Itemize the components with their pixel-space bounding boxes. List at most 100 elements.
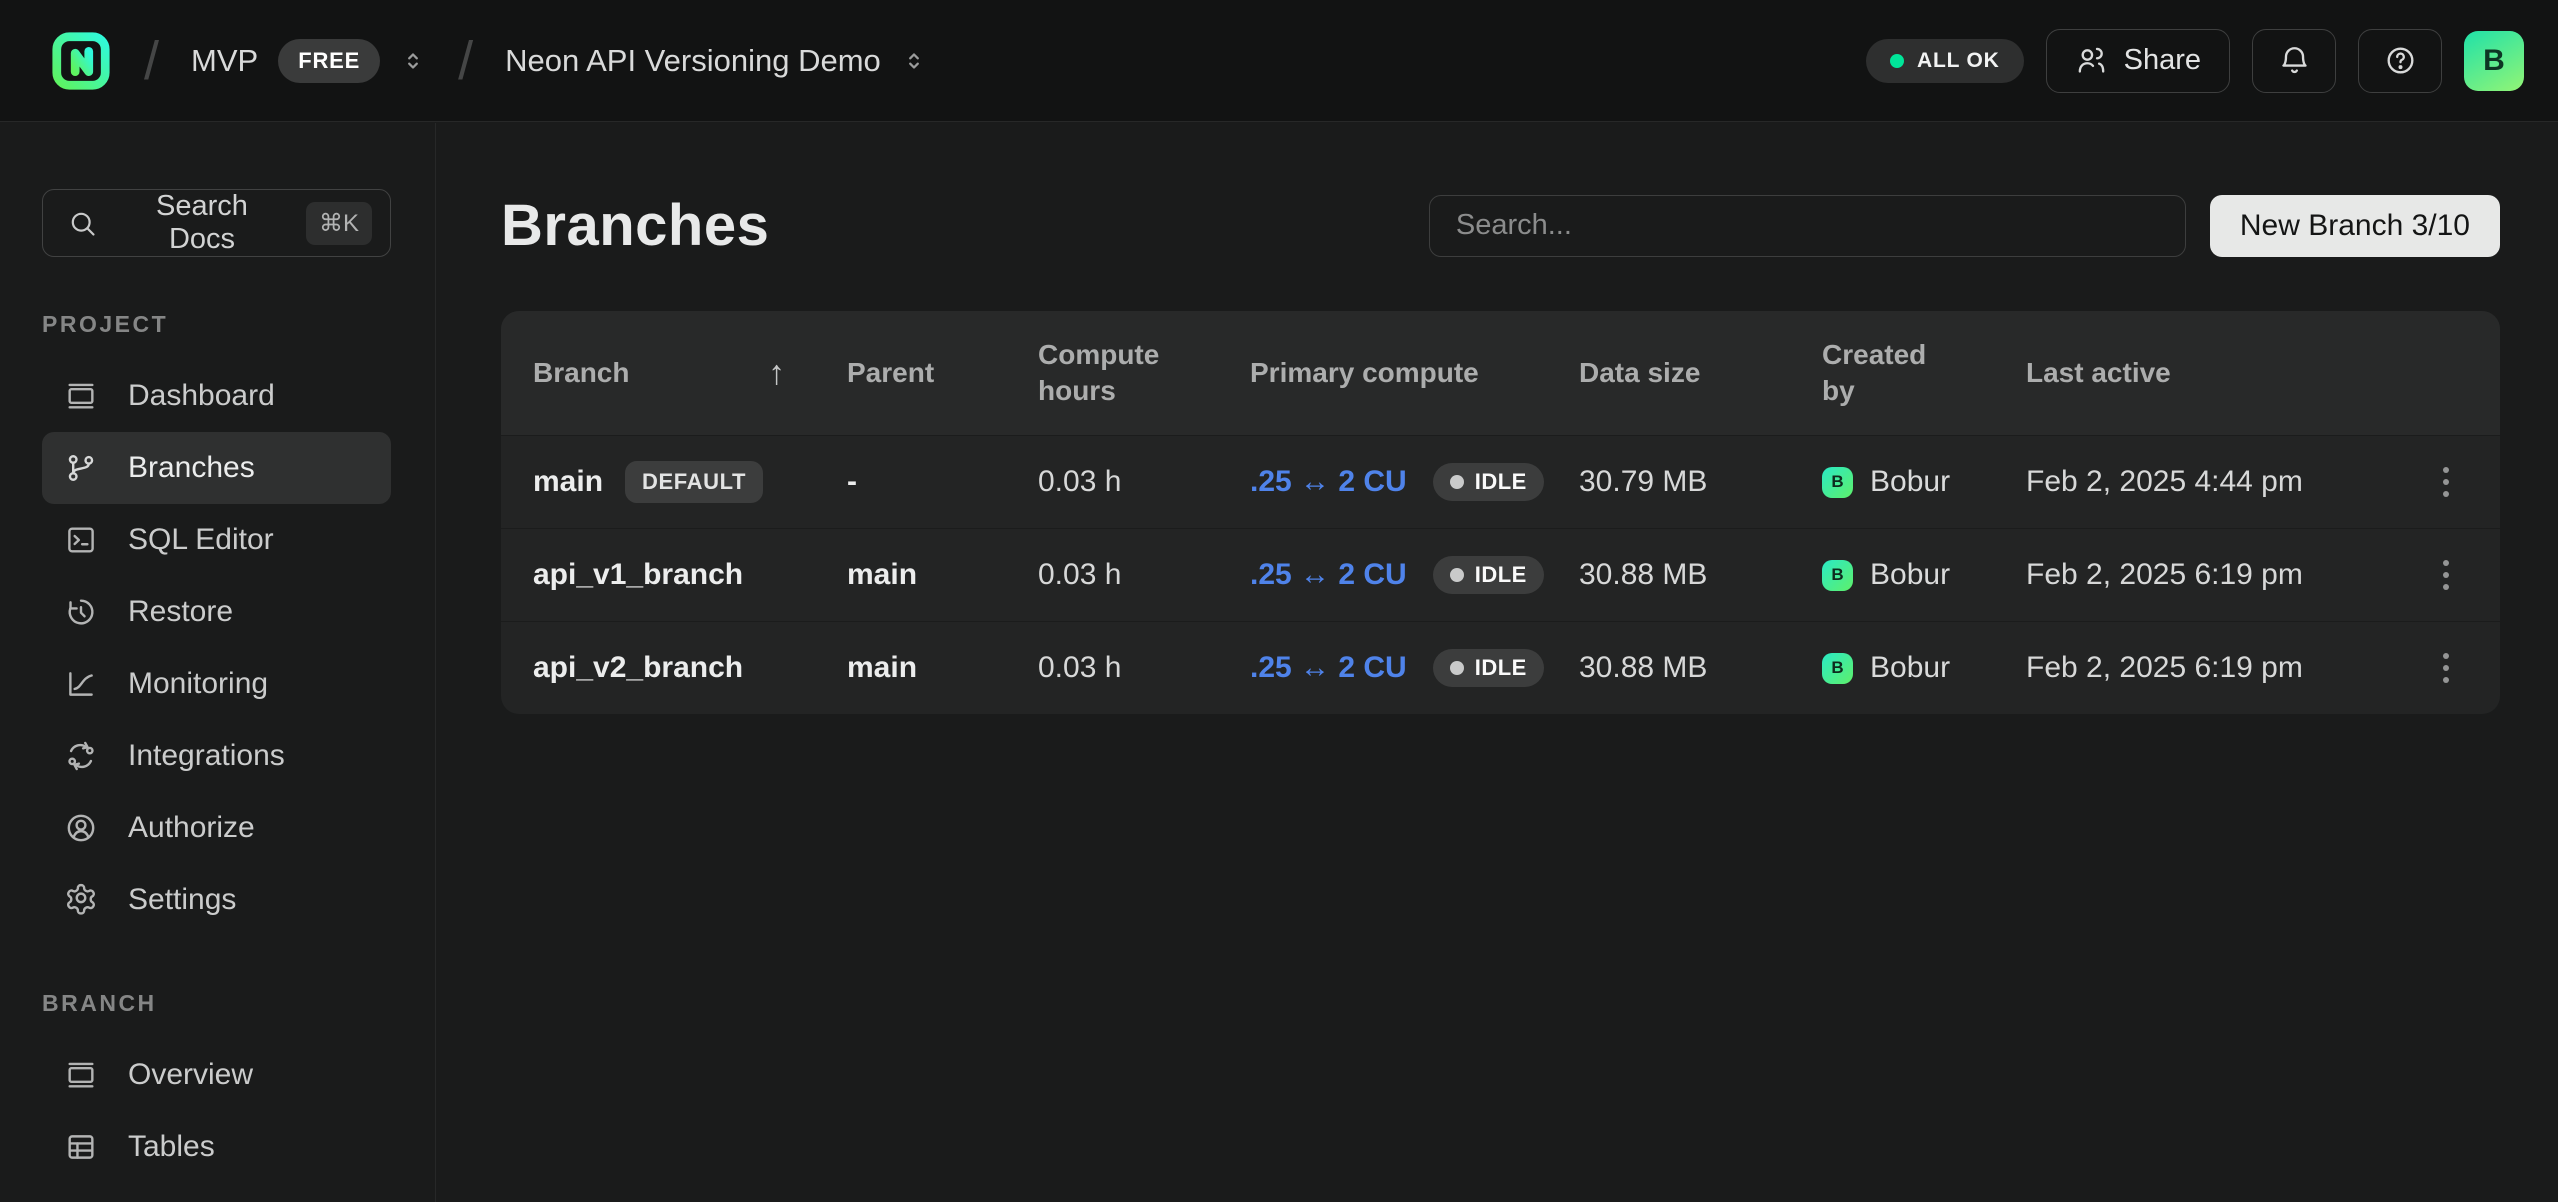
column-header-data-size: Data size: [1579, 357, 1822, 389]
column-header-last-active: Last active: [2026, 357, 2391, 389]
sidebar-item-settings[interactable]: Settings: [42, 864, 391, 936]
compute-state-label: IDLE: [1475, 562, 1527, 588]
compute-hours-cell: 0.03 h: [1038, 558, 1250, 592]
idle-dot-icon: [1450, 661, 1464, 675]
column-header-compute-hours: Compute hours: [1038, 337, 1250, 410]
search-icon: [67, 208, 98, 239]
compute-size-link[interactable]: .25 ↔ 2 CU: [1250, 558, 1407, 592]
user-avatar[interactable]: B: [2464, 31, 2524, 91]
creator-name: Bobur: [1870, 558, 1950, 592]
compute-hours-cell: 0.03 h: [1038, 651, 1250, 685]
column-header-branch[interactable]: Branch ↑: [533, 354, 847, 393]
status-dot-icon: [1890, 54, 1904, 68]
sidebar-item-overview[interactable]: Overview: [42, 1039, 391, 1111]
search-docs-label: Search Docs: [122, 190, 282, 256]
row-menu-button[interactable]: [2429, 639, 2463, 697]
compute-size-link[interactable]: .25 ↔ 2 CU: [1250, 465, 1407, 499]
shortcut-badge: ⌘K: [306, 202, 372, 245]
last-active-cell: Feb 2, 2025 6:19 pm: [2026, 651, 2391, 685]
parent-cell: main: [847, 651, 1038, 685]
data-size-cell: 30.88 MB: [1579, 651, 1822, 685]
notifications-button[interactable]: [2252, 29, 2336, 93]
new-branch-button[interactable]: New Branch 3/10: [2210, 195, 2500, 257]
compute-size-link[interactable]: .25 ↔ 2 CU: [1250, 651, 1407, 685]
sidebar-item-monitoring[interactable]: Monitoring: [42, 648, 391, 720]
sidebar-item-sql-editor[interactable]: SQL Editor: [42, 504, 391, 576]
status-label: ALL OK: [1917, 49, 2000, 73]
column-header-created-by: Created by: [1822, 337, 2026, 410]
compute-state-badge: IDLE: [1433, 649, 1544, 687]
dashboard-icon: [64, 379, 98, 413]
page-head: Branches New Branch 3/10: [501, 192, 2500, 259]
status-pill[interactable]: ALL OK: [1866, 39, 2024, 83]
sidebar-item-dashboard[interactable]: Dashboard: [42, 360, 391, 432]
table-body: main DEFAULT - 0.03 h .25 ↔ 2 CU IDLE 30…: [501, 435, 2500, 714]
help-button[interactable]: [2358, 29, 2442, 93]
sidebar: Search Docs ⌘K PROJECT Dashboard Branche…: [0, 123, 436, 1202]
table-row[interactable]: api_v2_branch main 0.03 h .25 ↔ 2 CU IDL…: [501, 621, 2500, 714]
sidebar-section: PROJECT Dashboard Branches SQL Editor Re…: [42, 311, 391, 936]
sidebar-section-label: PROJECT: [42, 311, 391, 338]
share-button[interactable]: Share: [2046, 29, 2230, 93]
breadcrumb: / MVP FREE / Neon API Versioning Demo: [50, 30, 927, 92]
plan-badge: FREE: [278, 39, 380, 83]
share-label: Share: [2124, 44, 2201, 77]
search-docs-button[interactable]: Search Docs ⌘K: [42, 189, 391, 257]
table-row[interactable]: api_v1_branch main 0.03 h .25 ↔ 2 CU IDL…: [501, 528, 2500, 621]
sidebar-item-restore[interactable]: Restore: [42, 576, 391, 648]
project-name: Neon API Versioning Demo: [505, 43, 881, 79]
branch-search-input[interactable]: [1429, 195, 2186, 257]
branch-name: main: [533, 465, 603, 499]
parent-cell: main: [847, 558, 1038, 592]
compute-hours-cell: 0.03 h: [1038, 465, 1250, 499]
branches-icon: [64, 451, 98, 485]
project-selector[interactable]: Neon API Versioning Demo: [505, 42, 927, 80]
creator-avatar: B: [1822, 467, 1853, 498]
compute-state-label: IDLE: [1475, 655, 1527, 681]
branches-table: Branch ↑ Parent Compute hours Primary co…: [501, 311, 2500, 714]
row-menu-button[interactable]: [2429, 546, 2463, 604]
sort-asc-icon: ↑: [768, 354, 785, 393]
compute-state-badge: IDLE: [1433, 556, 1544, 594]
row-menu-button[interactable]: [2429, 453, 2463, 511]
column-header-parent: Parent: [847, 357, 1038, 389]
org-name: MVP: [191, 43, 258, 79]
table-row[interactable]: main DEFAULT - 0.03 h .25 ↔ 2 CU IDLE 30…: [501, 435, 2500, 528]
org-selector[interactable]: MVP FREE: [191, 39, 426, 83]
compute-state-label: IDLE: [1475, 469, 1527, 495]
idle-dot-icon: [1450, 475, 1464, 489]
avatar-initial: B: [2483, 44, 2505, 78]
authorize-icon: [64, 811, 98, 845]
header-actions: ALL OK Share B: [1866, 29, 2524, 93]
settings-icon: [64, 883, 98, 917]
sidebar-section: BRANCH Overview Tables: [42, 990, 391, 1183]
neon-logo-icon[interactable]: [50, 30, 112, 92]
head-actions: New Branch 3/10: [1429, 195, 2500, 257]
chevron-updown-icon: [901, 42, 927, 80]
chevron-updown-icon: [400, 42, 426, 80]
parent-cell: -: [847, 465, 1038, 499]
monitoring-icon: [64, 667, 98, 701]
tables-icon: [64, 1130, 98, 1164]
breadcrumb-divider: /: [144, 30, 159, 92]
creator-name: Bobur: [1870, 465, 1950, 499]
breadcrumb-divider: /: [458, 30, 473, 92]
integrations-icon: [64, 739, 98, 773]
sidebar-item-tables[interactable]: Tables: [42, 1111, 391, 1183]
creator-avatar: B: [1822, 653, 1853, 684]
sidebar-section-label: BRANCH: [42, 990, 391, 1017]
main-content: Branches New Branch 3/10 Branch ↑ Parent…: [436, 122, 2558, 1202]
sidebar-item-integrations[interactable]: Integrations: [42, 720, 391, 792]
table-header: Branch ↑ Parent Compute hours Primary co…: [501, 311, 2500, 435]
branch-name: api_v1_branch: [533, 558, 743, 592]
users-icon: [2075, 44, 2108, 77]
page-title: Branches: [501, 192, 769, 259]
last-active-cell: Feb 2, 2025 4:44 pm: [2026, 465, 2391, 499]
help-icon: [2384, 44, 2417, 77]
sidebar-item-branches[interactable]: Branches: [42, 432, 391, 504]
top-header: / MVP FREE / Neon API Versioning Demo AL…: [0, 0, 2558, 122]
creator-name: Bobur: [1870, 651, 1950, 685]
bell-icon: [2278, 44, 2311, 77]
default-badge: DEFAULT: [625, 461, 763, 503]
sidebar-item-authorize[interactable]: Authorize: [42, 792, 391, 864]
